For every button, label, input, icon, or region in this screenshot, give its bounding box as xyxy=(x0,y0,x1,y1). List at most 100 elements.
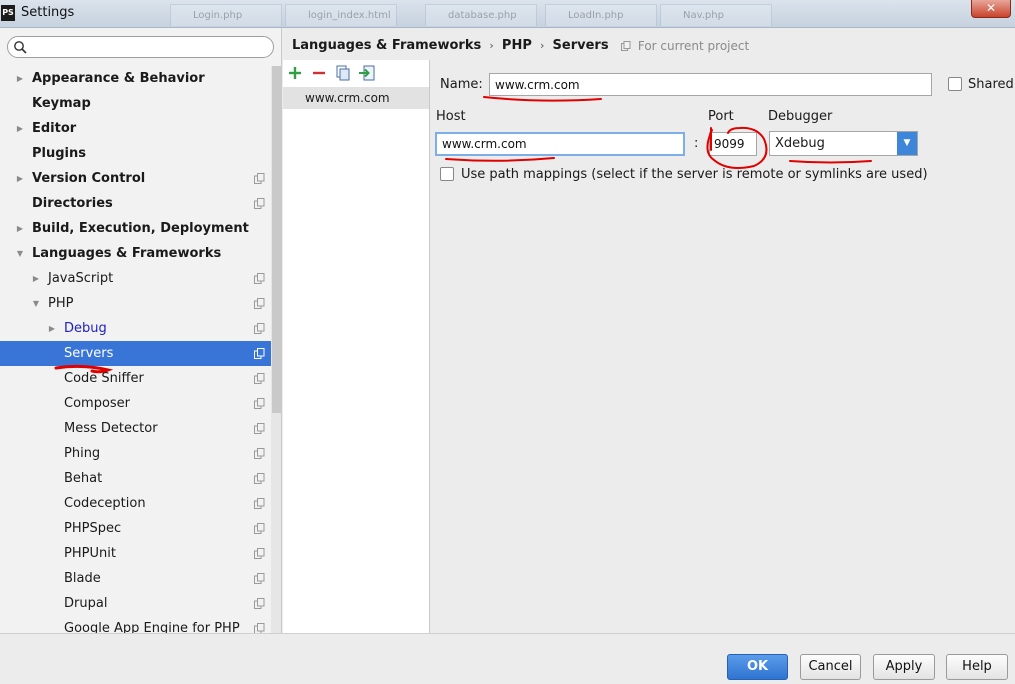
expand-right-icon[interactable]: ▶ xyxy=(14,166,26,191)
scope-label: For current project xyxy=(637,38,750,53)
expand-right-icon[interactable]: ▶ xyxy=(46,316,58,341)
plus-icon xyxy=(289,67,301,79)
background-tab: database.php xyxy=(425,4,537,26)
ok-button[interactable]: OK xyxy=(727,654,788,680)
sidebar-item-appearance-behavior[interactable]: ▶ Appearance & Behavior xyxy=(0,66,271,91)
title-bar: PS Settings Login.php login_index.html d… xyxy=(0,0,1015,28)
sidebar-item-label: Phing xyxy=(64,446,101,461)
sidebar-item-keymap[interactable]: Keymap xyxy=(0,91,271,116)
copy-server-button[interactable] xyxy=(334,64,352,82)
search-input[interactable] xyxy=(30,39,270,55)
project-scope-icon xyxy=(254,573,265,584)
sidebar-item-debug[interactable]: ▶ Debug xyxy=(0,316,271,341)
settings-search[interactable] xyxy=(7,36,274,58)
sidebar-item-composer[interactable]: Composer xyxy=(0,391,271,416)
expand-right-icon[interactable]: ▶ xyxy=(14,216,26,241)
project-scope-icon xyxy=(254,173,265,184)
project-scope-icon xyxy=(254,473,265,484)
expand-right-icon[interactable]: ▶ xyxy=(14,116,26,141)
sidebar-item-php[interactable]: ▼ PHP xyxy=(0,291,271,316)
sidebar-item-label: Version Control xyxy=(32,171,146,186)
expand-down-icon[interactable]: ▼ xyxy=(14,241,26,266)
import-icon xyxy=(359,65,375,81)
cancel-button[interactable]: Cancel xyxy=(800,654,861,680)
sidebar-item-phing[interactable]: Phing xyxy=(0,441,271,466)
project-scope-icon xyxy=(620,40,631,51)
sidebar-item-languages-frameworks[interactable]: ▼ Languages & Frameworks xyxy=(0,241,271,266)
host-field[interactable] xyxy=(435,132,685,156)
port-label: Port xyxy=(708,109,734,124)
sidebar-scrollbar[interactable] xyxy=(271,66,281,633)
sidebar-item-google-app-engine-for-php[interactable]: Google App Engine for PHP xyxy=(0,616,271,633)
project-scope-icon xyxy=(254,373,265,384)
sidebar-item-behat[interactable]: Behat xyxy=(0,466,271,491)
background-editor-tabs: Login.php login_index.html database.php … xyxy=(70,4,970,28)
sidebar-item-phpspec[interactable]: PHPSpec xyxy=(0,516,271,541)
shared-label: Shared xyxy=(968,77,1014,92)
breadcrumb: Languages & Frameworks › PHP › Servers F… xyxy=(292,38,749,58)
project-scope-icon xyxy=(254,398,265,409)
sidebar-item-directories[interactable]: Directories xyxy=(0,191,271,216)
sidebar-item-label: Behat xyxy=(64,471,103,486)
sidebar-item-label: Appearance & Behavior xyxy=(32,71,205,86)
expand-right-icon[interactable]: ▶ xyxy=(30,266,42,291)
sidebar-item-blade[interactable]: Blade xyxy=(0,566,271,591)
sidebar-item-phpunit[interactable]: PHPUnit xyxy=(0,541,271,566)
debugger-selected-value: Xdebug xyxy=(775,136,825,151)
debugger-select[interactable]: Xdebug ▼ xyxy=(769,131,918,156)
expand-down-icon[interactable]: ▼ xyxy=(30,291,42,316)
sidebar-item-label: Mess Detector xyxy=(64,421,158,436)
sidebar-item-label: Drupal xyxy=(64,596,108,611)
project-scope-icon xyxy=(254,623,265,633)
sidebar-item-label: Servers xyxy=(64,346,114,361)
breadcrumb-separator: › xyxy=(489,39,494,52)
port-field[interactable] xyxy=(709,132,757,156)
project-scope-icon xyxy=(254,523,265,534)
sidebar-item-javascript[interactable]: ▶ JavaScript xyxy=(0,266,271,291)
settings-tree: ▶ Appearance & Behavior Keymap ▶ Editor Plugi… xyxy=(0,66,271,633)
apply-button[interactable]: Apply xyxy=(873,654,935,680)
chevron-down-icon[interactable]: ▼ xyxy=(897,132,917,155)
project-scope-icon xyxy=(254,598,265,609)
sidebar-item-editor[interactable]: ▶ Editor xyxy=(0,116,271,141)
background-tab: login_index.html xyxy=(285,4,397,26)
window-close-button[interactable]: ✕ xyxy=(971,0,1011,18)
sidebar-item-label: Google App Engine for PHP xyxy=(64,621,240,633)
project-scope-icon xyxy=(254,498,265,509)
breadcrumb-separator: › xyxy=(540,39,545,52)
project-scope-icon xyxy=(254,273,265,284)
help-button[interactable]: Help xyxy=(946,654,1008,680)
import-server-button[interactable] xyxy=(358,64,376,82)
sidebar-item-label: Languages & Frameworks xyxy=(32,246,222,261)
debugger-label: Debugger xyxy=(768,109,833,124)
name-field[interactable] xyxy=(489,73,932,96)
sidebar-item-mess-detector[interactable]: Mess Detector xyxy=(0,416,271,441)
shared-checkbox[interactable] xyxy=(948,77,962,91)
sidebar-item-codeception[interactable]: Codeception xyxy=(0,491,271,516)
project-scope-icon xyxy=(254,548,265,559)
add-server-button[interactable] xyxy=(286,64,304,82)
project-scope-icon xyxy=(254,298,265,309)
expand-right-icon[interactable]: ▶ xyxy=(14,66,26,91)
settings-sidebar: ▶ Appearance & Behavior Keymap ▶ Editor Plugi… xyxy=(0,28,282,633)
sidebar-item-label: Plugins xyxy=(32,146,86,161)
server-list-item[interactable]: www.crm.com xyxy=(283,87,429,109)
sidebar-scrollbar-thumb[interactable] xyxy=(272,66,281,413)
sidebar-item-label: Composer xyxy=(64,396,131,411)
sidebar-item-label: PHP xyxy=(48,296,74,311)
path-mappings-checkbox[interactable] xyxy=(440,167,454,181)
sidebar-item-servers[interactable]: Servers xyxy=(0,341,271,366)
sidebar-item-label: Directories xyxy=(32,196,113,211)
sidebar-item-build-execution-deployment[interactable]: ▶ Build, Execution, Deployment xyxy=(0,216,271,241)
sidebar-item-drupal[interactable]: Drupal xyxy=(0,591,271,616)
project-scope-icon xyxy=(254,423,265,434)
breadcrumb-item: PHP xyxy=(501,38,532,53)
project-scope-icon xyxy=(254,198,265,209)
sidebar-item-version-control[interactable]: ▶ Version Control xyxy=(0,166,271,191)
close-icon: ✕ xyxy=(985,1,997,15)
dialog-footer: OK Cancel Apply Help xyxy=(0,633,1015,684)
sidebar-item-code-sniffer[interactable]: Code Sniffer xyxy=(0,366,271,391)
sidebar-item-plugins[interactable]: Plugins xyxy=(0,141,271,166)
servers-toolbar xyxy=(283,62,429,86)
remove-server-button[interactable] xyxy=(310,64,328,82)
